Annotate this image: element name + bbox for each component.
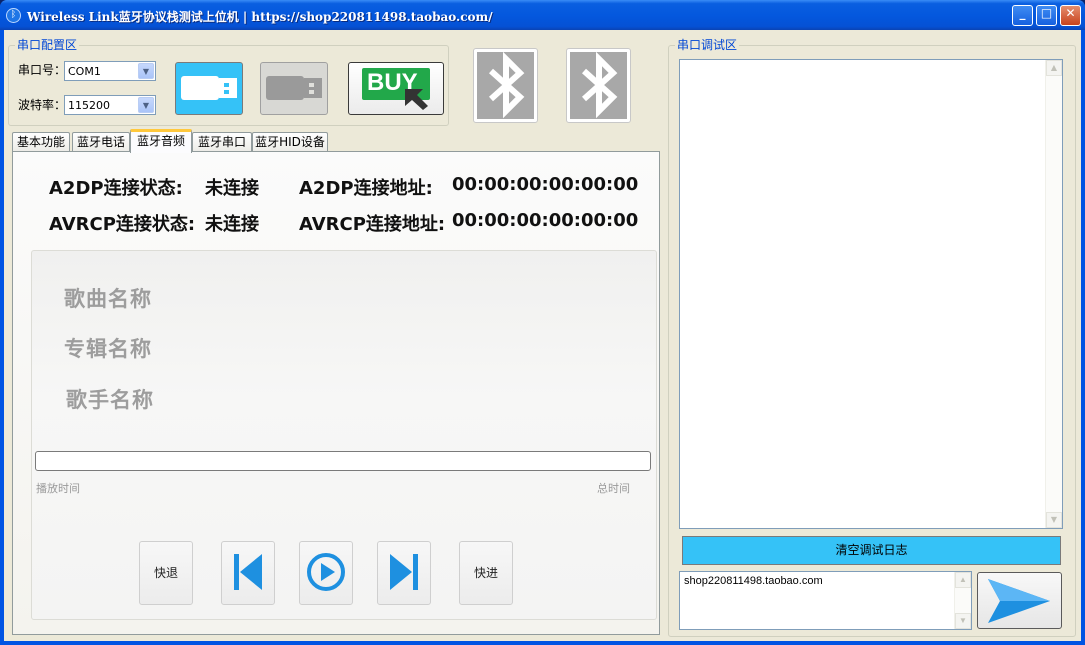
rewind-button[interactable]: 快退 (139, 541, 193, 605)
client-area: 串口配置区 串口号： COM1 ▼ 波特率： 115200 ▼ BUY 基本功能… (4, 30, 1081, 641)
tab-audio[interactable]: 蓝牙音频 (130, 129, 192, 153)
scroll-up-icon[interactable]: ▲ (1046, 60, 1062, 76)
log-scrollbar[interactable]: ▲ ▼ (1045, 60, 1062, 528)
scroll-up-icon[interactable]: ▲ (955, 572, 971, 588)
fast-forward-button[interactable]: 快进 (459, 541, 513, 605)
minimize-button[interactable]: _ (1012, 5, 1033, 26)
title-bar: ᛒ Wireless Link蓝牙协议栈测试上位机 | https://shop… (0, 0, 1085, 30)
a2dp-addr-value: 00:00:00:00:00:00 (452, 174, 639, 195)
usb-connect-icon (181, 76, 237, 100)
artist-name: 歌手名称 (66, 387, 154, 412)
baud-label: 波特率： (18, 98, 67, 112)
window-title: Wireless Link蓝牙协议栈测试上位机 | https://shop22… (27, 10, 493, 24)
bluetooth-icon (477, 51, 534, 119)
send-text-value: shop220811498.taobao.com (684, 575, 823, 587)
previous-track-button[interactable] (221, 541, 275, 605)
port-label: 串口号： (18, 63, 67, 77)
cursor-arrow-icon (405, 89, 428, 110)
audio-tab-panel: A2DP连接状态: 未连接 A2DP连接地址: 00:00:00:00:00:0… (12, 151, 660, 635)
chevron-down-icon[interactable]: ▼ (138, 97, 154, 113)
port-select[interactable]: COM1 ▼ (64, 61, 156, 81)
maximize-button[interactable]: □ (1036, 5, 1057, 26)
playback-progress[interactable] (35, 451, 651, 471)
buy-button[interactable]: BUY (348, 62, 444, 115)
send-scrollbar[interactable]: ▲ ▼ (954, 572, 971, 629)
scroll-down-icon[interactable]: ▼ (1046, 512, 1062, 528)
send-text-input[interactable]: shop220811498.taobao.com ▲ ▼ (679, 571, 972, 630)
scroll-down-icon[interactable]: ▼ (955, 613, 971, 629)
chevron-down-icon[interactable]: ▼ (138, 63, 154, 79)
play-icon (307, 553, 345, 591)
a2dp-addr-label: A2DP连接地址: (299, 178, 433, 199)
total-time-label: 总时间 (597, 482, 630, 495)
avrcp-state-label: AVRCP连接状态: (49, 214, 196, 235)
close-button[interactable]: ✕ (1060, 5, 1081, 26)
bluetooth-icon: ᛒ (6, 8, 21, 23)
play-button[interactable] (299, 541, 353, 605)
clear-log-button[interactable]: 清空调试日志 (682, 536, 1061, 565)
serial-debug-label: 串口调试区 (675, 38, 740, 52)
song-title: 歌曲名称 (64, 286, 152, 311)
tab-basic[interactable]: 基本功能 (12, 132, 70, 152)
send-icon (988, 579, 1050, 623)
baud-value: 115200 (68, 99, 110, 112)
serial-config-label: 串口配置区 (15, 38, 80, 52)
usb-disconnect-icon (266, 76, 322, 100)
play-time-label: 播放时间 (36, 482, 80, 495)
app-window: ᛒ Wireless Link蓝牙协议栈测试上位机 | https://shop… (0, 0, 1085, 645)
avrcp-addr-label: AVRCP连接地址: (299, 214, 446, 235)
debug-log-textarea[interactable]: ▲ ▼ (679, 59, 1063, 529)
album-name: 专辑名称 (64, 336, 152, 361)
avrcp-addr-value: 00:00:00:00:00:00 (452, 210, 639, 231)
bluetooth-icon (570, 51, 627, 119)
a2dp-state-value: 未连接 (205, 178, 259, 199)
music-player-panel: 歌曲名称 专辑名称 歌手名称 播放时间 总时间 快退 快进 (31, 250, 657, 620)
baud-select[interactable]: 115200 ▼ (64, 95, 156, 115)
send-button[interactable] (977, 572, 1062, 629)
next-track-button[interactable] (377, 541, 431, 605)
tab-hid[interactable]: 蓝牙HID设备 (252, 132, 328, 152)
bluetooth-disconnect-button[interactable] (566, 48, 631, 123)
avrcp-state-value: 未连接 (205, 214, 259, 235)
open-port-button[interactable] (175, 62, 243, 115)
skip-forward-icon (390, 554, 418, 590)
port-value: COM1 (68, 65, 101, 78)
skip-back-icon (234, 554, 262, 590)
close-port-button[interactable] (260, 62, 328, 115)
tab-spp[interactable]: 蓝牙串口 (192, 132, 252, 152)
tab-phone[interactable]: 蓝牙电话 (72, 132, 130, 152)
bluetooth-connect-button[interactable] (473, 48, 538, 123)
a2dp-state-label: A2DP连接状态: (49, 178, 183, 199)
